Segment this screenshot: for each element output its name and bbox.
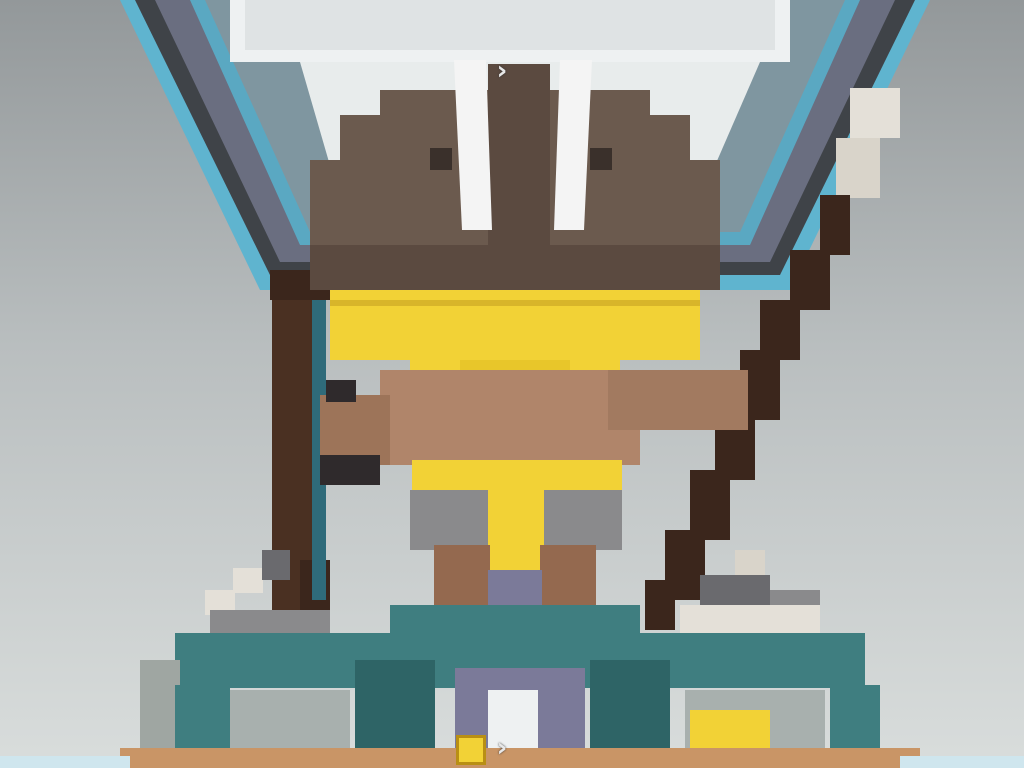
hotbar-chevron-icon: › [496,733,508,763]
game-viewport[interactable] [0,0,1024,768]
hotbar-item-gold-block[interactable] [456,735,486,765]
crosshair-chevron-icon: › [496,56,508,86]
